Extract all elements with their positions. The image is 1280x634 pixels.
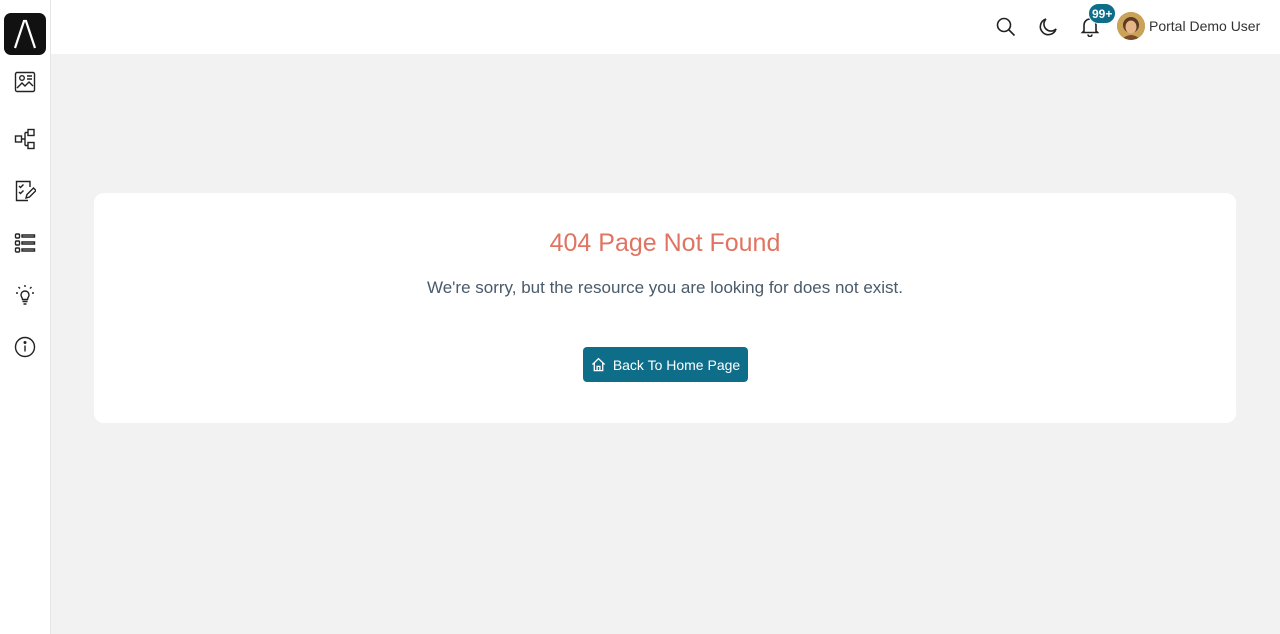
logo-icon[interactable] [4,13,46,55]
page-title: 404 Page Not Found [549,229,781,257]
back-to-home-button[interactable]: Back To Home Page [583,347,748,382]
user-menu[interactable]: Portal Demo User [1117,12,1260,40]
search-icon[interactable] [994,15,1018,39]
info-icon[interactable] [13,335,37,359]
lightbulb-icon[interactable] [13,283,37,307]
dark-mode-moon-icon[interactable] [1036,15,1060,39]
error-message: We're sorry, but the resource you are lo… [426,278,904,297]
edit-checklist-icon[interactable] [13,179,37,203]
chart-image-icon[interactable] [13,70,37,94]
notification-badge: 99+ [1088,3,1117,24]
back-to-home-label: Back To Home Page [612,356,741,373]
list-icon[interactable] [13,231,37,255]
avatar [1117,12,1145,40]
sidebar [0,0,51,634]
user-name: Portal Demo User [1149,18,1261,34]
hierarchy-icon[interactable] [13,127,37,151]
error-card: 404 Page Not Found We're sorry, but the … [94,193,1236,423]
home-icon [591,357,605,372]
